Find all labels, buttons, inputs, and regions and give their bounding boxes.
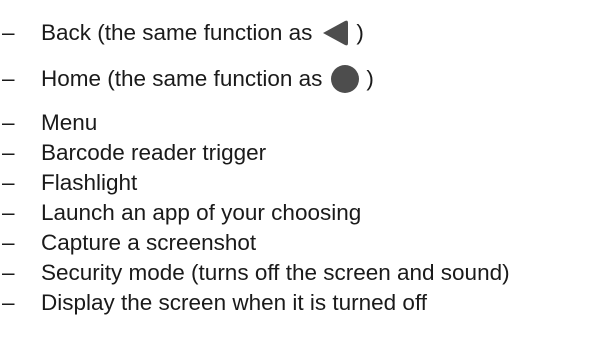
list-item-menu: – Menu <box>0 108 97 138</box>
list-dash: – <box>2 110 15 135</box>
list-item-label: Launch an app of your choosing <box>41 200 362 225</box>
list-item-flashlight: – Flashlight <box>0 168 137 198</box>
list-item-security-mode: – Security mode (turns off the screen an… <box>0 258 510 288</box>
home-circle-icon <box>330 64 360 94</box>
list-item-screenshot: – Capture a screenshot <box>0 228 256 258</box>
list-item-label: Display the screen when it is turned off <box>41 290 428 315</box>
list-item-launch-app: – Launch an app of your choosing <box>0 198 361 228</box>
list-dash: – <box>2 140 15 165</box>
list-item-suffix: ) <box>356 20 364 45</box>
list-item-label: Home (the same function as <box>41 66 323 91</box>
list-item-back: – Back (the same function as ) <box>0 18 364 48</box>
list-dash: – <box>2 260 15 285</box>
list-item-label: Back (the same function as <box>41 20 313 45</box>
list-dash: – <box>2 290 15 315</box>
list-item-display-screen: – Display the screen when it is turned o… <box>0 288 427 318</box>
back-triangle-icon <box>320 19 350 47</box>
list-item-home: – Home (the same function as ) <box>0 64 374 94</box>
list-item-suffix: ) <box>366 66 374 91</box>
list-item-label: Capture a screenshot <box>41 230 257 255</box>
list-item-label: Security mode (turns off the screen and … <box>41 260 510 285</box>
list-dash: – <box>2 170 15 195</box>
list-dash: – <box>2 230 15 255</box>
list-dash: – <box>2 20 15 45</box>
list-item-barcode: – Barcode reader trigger <box>0 138 266 168</box>
list-dash: – <box>2 200 15 225</box>
list-dash: – <box>2 66 15 91</box>
list-item-label: Menu <box>41 110 98 135</box>
list-item-label: Barcode reader trigger <box>41 140 267 165</box>
list-item-label: Flashlight <box>41 170 138 195</box>
